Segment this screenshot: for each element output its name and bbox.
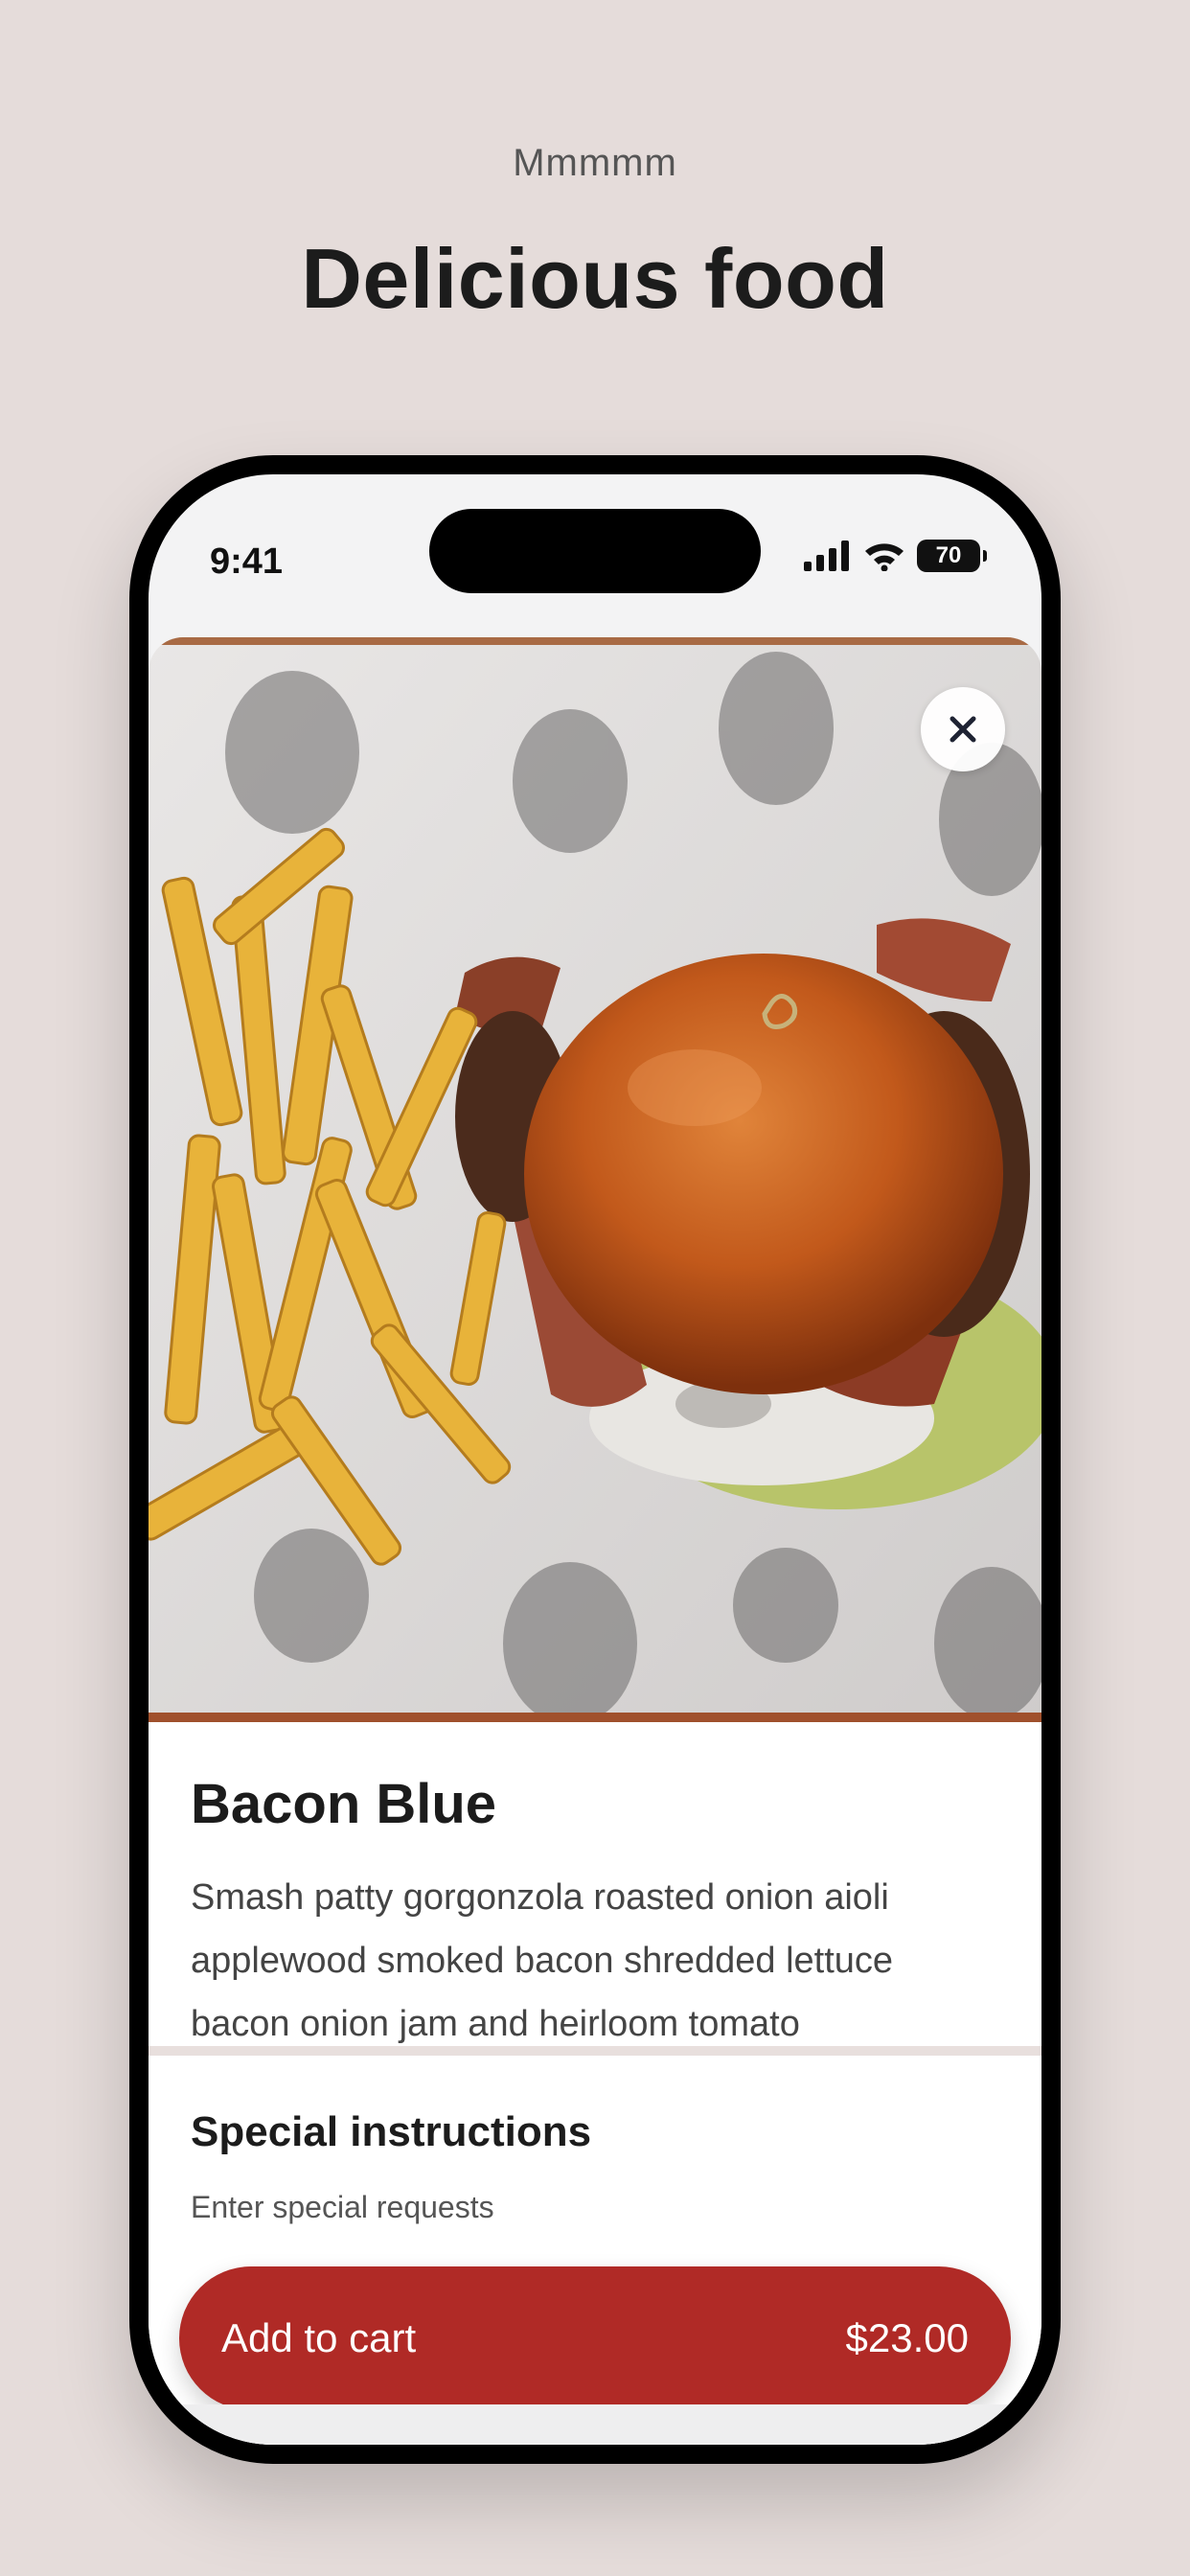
status-bar: 9:41 70 [149,474,1041,618]
add-to-cart-label: Add to cart [221,2315,417,2360]
home-indicator-area [149,2404,1041,2445]
item-description: Smash patty gorgonzola roasted onion aio… [191,1877,894,2044]
dynamic-island [429,509,761,593]
close-button[interactable] [921,687,1005,771]
cart-price: $23.00 [845,2315,969,2360]
eyebrow-text: Mmmmm [513,142,677,184]
add-to-cart-button[interactable]: Add to cart $23.00 [179,2266,1011,2410]
status-icons: 70 [804,540,987,572]
status-time: 9:41 [210,541,284,582]
close-icon [950,716,976,743]
page: Mmmmm Delicious food 9:41 70 Bacon Blue … [0,0,1190,2576]
special-instructions-title: Special instructions [191,2108,592,2155]
phone-frame: 9:41 70 Bacon Blue Smash patty gorgonzol… [129,455,1061,2464]
item-title: Bacon Blue [191,1773,497,1835]
burger-photo-illustration [149,637,1041,1722]
special-instructions-input[interactable] [191,2190,861,2225]
section-divider [149,2046,1041,2056]
wifi-icon [865,543,904,571]
signal-icon [804,540,849,571]
battery-icon: 70 [917,540,987,572]
item-image [149,637,1041,1722]
page-title: Delicious food [301,231,889,326]
